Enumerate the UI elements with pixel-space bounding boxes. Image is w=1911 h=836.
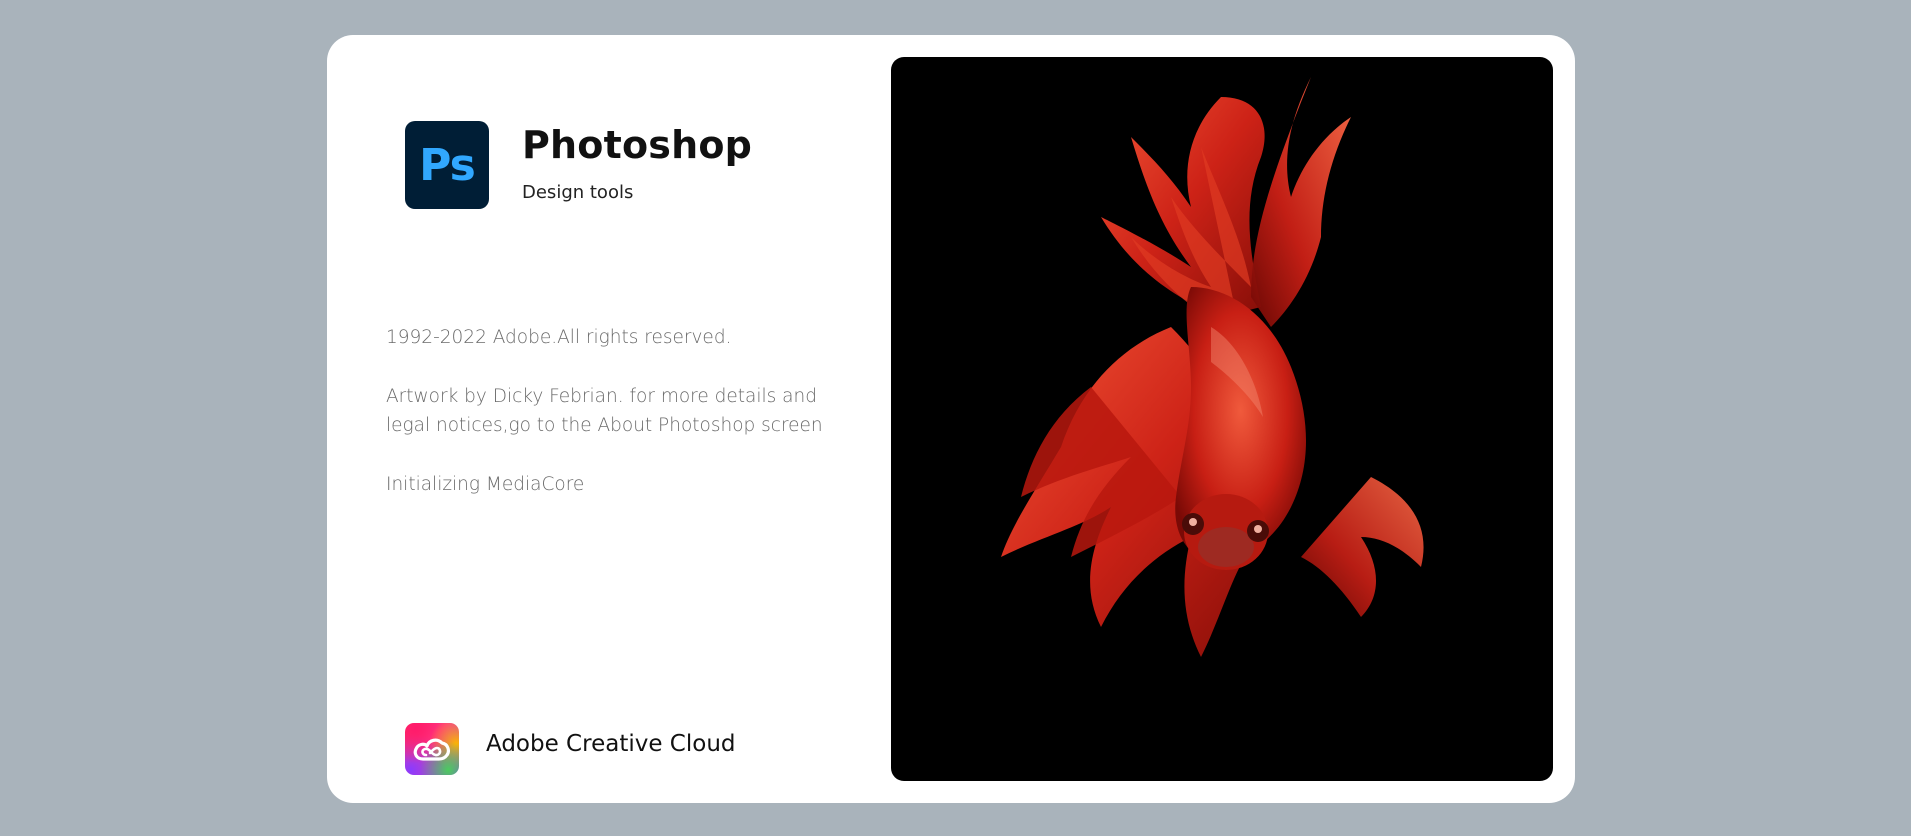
- photoshop-icon: Ps: [405, 121, 489, 209]
- artwork-credit-text: Artwork by Dicky Febrian. for more detai…: [386, 386, 823, 436]
- photoshop-icon-text: Ps: [419, 139, 476, 191]
- creative-cloud-icon: [405, 723, 459, 775]
- loading-status-text: Initializing MediaCore: [386, 474, 585, 495]
- app-subtitle: Design tools: [522, 182, 634, 203]
- copyright-text: 1992-2022 Adobe.All rights reserved.: [386, 327, 732, 348]
- creative-cloud-label: Adobe Creative Cloud: [486, 731, 736, 757]
- app-title: Photoshop: [522, 123, 753, 167]
- betta-fish-illustration: [1001, 77, 1424, 657]
- splash-card: Ps Photoshop Design tools 1992-2022 Adob…: [327, 35, 1575, 803]
- splash-artwork: [891, 57, 1553, 781]
